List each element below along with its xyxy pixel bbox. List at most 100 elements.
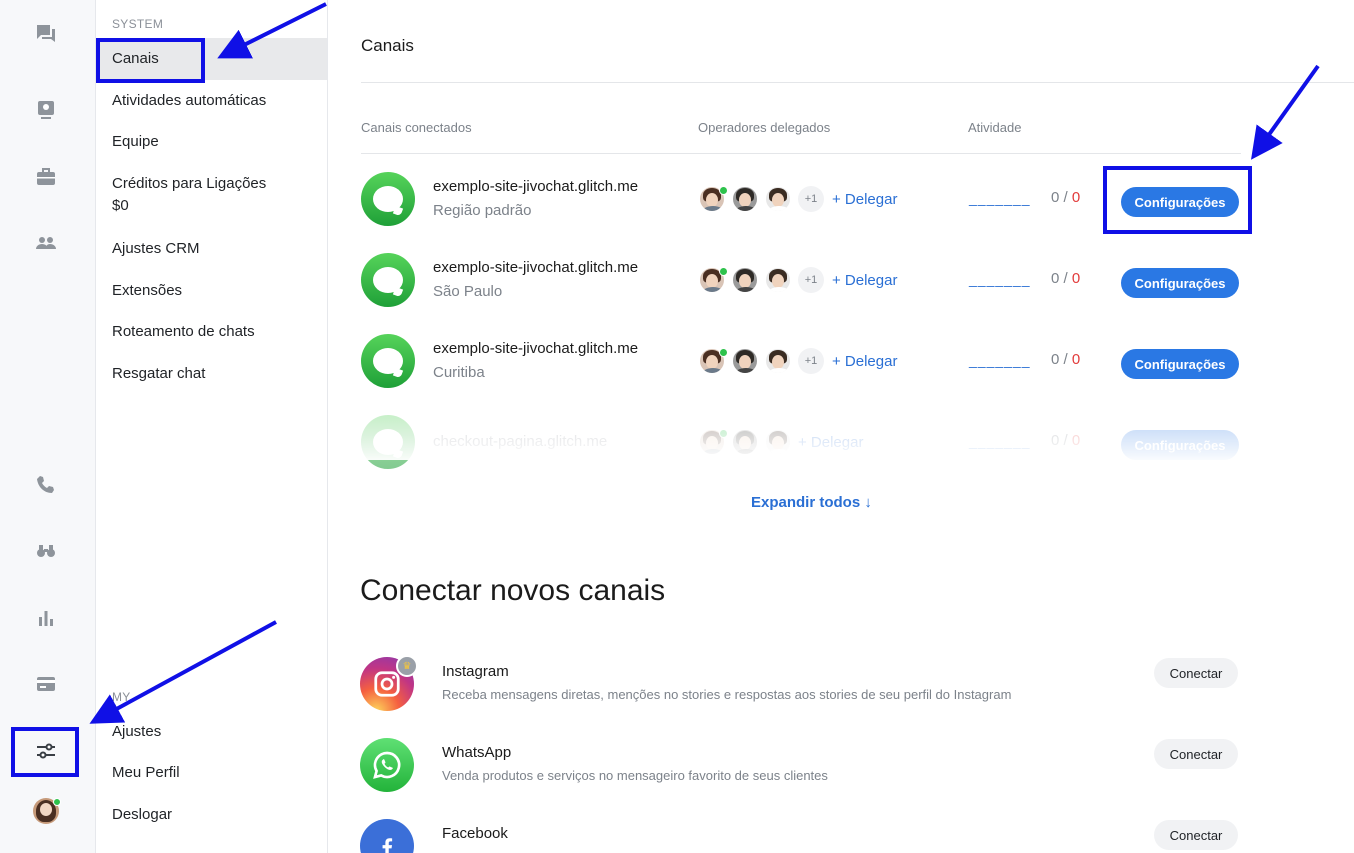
activity-separator: /: [1063, 189, 1068, 206]
menu-item-deslogar[interactable]: Deslogar: [96, 804, 327, 826]
jivochat-channel-icon: [361, 253, 415, 307]
main-content: Canais Canais conectados Operadores dele…: [329, 0, 1354, 853]
channel-row: checkout-pagina.glitch.me + Delegar ____…: [361, 415, 1241, 475]
delegated-operators: +1 + Delegar: [699, 267, 897, 293]
operator-avatar: [732, 429, 758, 455]
page-title: Canais: [361, 36, 414, 55]
facebook-icon: [360, 819, 414, 853]
app-window: SYSTEM Canais Atividades automáticas Equ…: [0, 0, 1354, 853]
premium-crown-icon: ♛: [396, 655, 418, 677]
activity-total: 0: [1071, 189, 1081, 206]
my-section-label: MY: [112, 690, 131, 704]
menu-item-ajustes[interactable]: Ajustes: [96, 721, 327, 743]
binoculars-icon[interactable]: [30, 534, 62, 566]
activity-current: 0: [1051, 432, 1060, 449]
conectar-button[interactable]: Conectar: [1154, 820, 1238, 850]
contacts-card-icon[interactable]: [30, 94, 62, 126]
delegate-link[interactable]: + Delegar: [832, 353, 897, 370]
settings-menu: SYSTEM Canais Atividades automáticas Equ…: [96, 0, 328, 853]
operator-avatar: [732, 348, 758, 374]
new-channel-row: Facebook Conectar: [360, 819, 1240, 853]
operator-avatar: [765, 267, 791, 293]
channel-name: exemplo-site-jivochat.glitch.me: [433, 340, 639, 357]
channel-region: Curitiba: [433, 364, 485, 381]
briefcase-icon[interactable]: [30, 161, 62, 193]
chats-icon[interactable]: [30, 18, 62, 50]
conectar-button[interactable]: Conectar: [1154, 658, 1238, 688]
activity-total: 0: [1071, 351, 1081, 368]
menu-item-extensoes[interactable]: Extensões: [96, 280, 327, 302]
menu-item-label: Deslogar: [112, 806, 173, 823]
column-header-operators: Operadores delegados: [698, 120, 831, 135]
configuracoes-button[interactable]: Configurações: [1121, 268, 1239, 298]
menu-item-label: Resgatar chat: [112, 365, 206, 382]
online-status-dot: [719, 186, 728, 195]
activity-sparkline: _______: [969, 190, 1031, 206]
menu-item-equipe[interactable]: Equipe: [96, 131, 327, 153]
menu-item-label: Ajustes CRM: [112, 240, 200, 257]
activity-count: 0 / 0: [1051, 189, 1080, 206]
annotation-highlight-box: [96, 38, 205, 83]
team-icon[interactable]: [30, 227, 62, 259]
divider: [361, 153, 1241, 154]
activity-total: 0: [1071, 432, 1081, 449]
user-avatar[interactable]: [33, 798, 61, 824]
configuracoes-button[interactable]: Configurações: [1121, 349, 1239, 379]
menu-item-resgatar[interactable]: Resgatar chat: [96, 363, 327, 385]
delegated-operators: +1 + Delegar: [699, 348, 897, 374]
menu-item-label: Ajustes: [112, 723, 162, 740]
jivochat-channel-icon: [361, 415, 415, 469]
conectar-button[interactable]: Conectar: [1154, 739, 1238, 769]
delegated-operators: + Delegar: [699, 429, 863, 455]
annotation-highlight-box: [1103, 166, 1252, 234]
menu-item-meu-perfil[interactable]: Meu Perfil: [96, 762, 327, 784]
new-channel-description: Receba mensagens diretas, menções no sto…: [442, 687, 1012, 702]
new-channel-name: Facebook: [442, 825, 508, 842]
channel-name: checkout-pagina.glitch.me: [433, 433, 608, 450]
phone-icon[interactable]: [30, 469, 62, 501]
extra-operators-count: +1: [798, 186, 824, 212]
channel-name: exemplo-site-jivochat.glitch.me: [433, 259, 639, 276]
channel-region: São Paulo: [433, 283, 503, 300]
new-channel-description: Venda produtos e serviços no mensageiro …: [442, 768, 828, 783]
activity-separator: /: [1063, 432, 1068, 449]
billing-card-icon[interactable]: [30, 668, 62, 700]
annotation-highlight-box: [11, 727, 79, 777]
activity-sparkline: _______: [969, 433, 1031, 449]
menu-item-creditos[interactable]: Créditos para Ligações $0: [96, 173, 327, 217]
delegated-operators: +1 + Delegar: [699, 186, 897, 212]
online-status-dot: [719, 267, 728, 276]
channel-name: exemplo-site-jivochat.glitch.me: [433, 178, 639, 195]
menu-item-ajustes-crm[interactable]: Ajustes CRM: [96, 238, 327, 260]
menu-item-label: Atividades automáticas: [112, 92, 267, 109]
stats-icon[interactable]: [30, 602, 62, 634]
delegate-link[interactable]: + Delegar: [832, 272, 897, 289]
operator-avatar: [765, 429, 791, 455]
activity-separator: /: [1063, 270, 1068, 287]
channel-region: Região padrão: [433, 202, 532, 219]
menu-item-label: Créditos para Ligações: [112, 175, 267, 192]
new-channel-name: WhatsApp: [442, 744, 512, 761]
expand-all-link[interactable]: Expandir todos ↓: [751, 494, 872, 511]
menu-item-roteamento[interactable]: Roteamento de chats: [96, 321, 327, 343]
extra-operators-count: +1: [798, 267, 824, 293]
menu-item-label: Roteamento de chats: [112, 323, 255, 340]
extra-operators-count: +1: [798, 348, 824, 374]
channel-row: exemplo-site-jivochat.glitch.me São Paul…: [361, 253, 1241, 313]
delegate-link[interactable]: + Delegar: [798, 434, 863, 451]
configuracoes-button[interactable]: Configurações: [1121, 430, 1239, 460]
operator-avatar: [765, 186, 791, 212]
delegate-link[interactable]: + Delegar: [832, 191, 897, 208]
menu-item-atividades[interactable]: Atividades automáticas: [96, 90, 327, 112]
column-header-connected: Canais conectados: [361, 120, 472, 135]
column-header-activity: Atividade: [968, 120, 1022, 135]
activity-count: 0 / 0: [1051, 351, 1080, 368]
new-channel-row: ♛ Instagram Receba mensagens diretas, me…: [360, 655, 1240, 717]
activity-count: 0 / 0: [1051, 432, 1080, 449]
operator-avatar: [732, 186, 758, 212]
jivochat-channel-icon: [361, 334, 415, 388]
new-channel-name: Instagram: [442, 663, 509, 680]
activity-current: 0: [1051, 351, 1060, 368]
menu-item-label: Extensões: [112, 282, 183, 299]
activity-sparkline: _______: [969, 271, 1031, 287]
